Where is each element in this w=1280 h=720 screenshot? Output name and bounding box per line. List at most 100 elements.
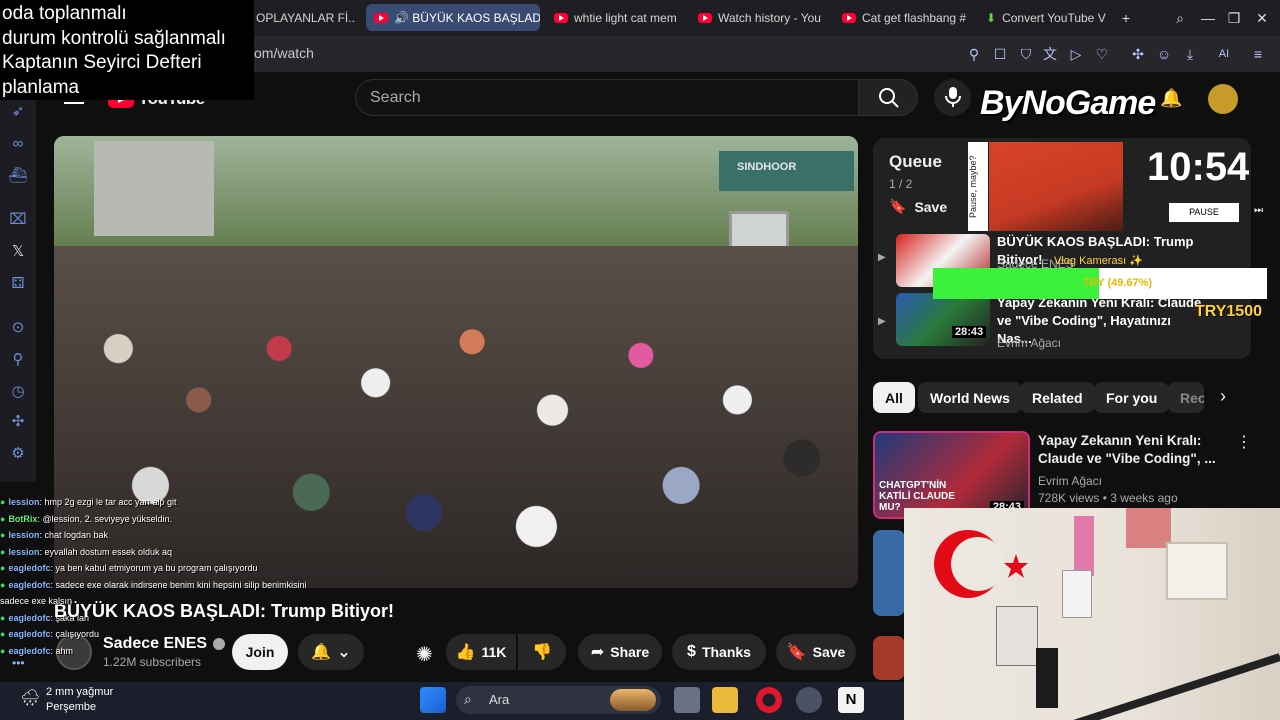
save-button[interactable]: 🔖 Save (776, 634, 856, 670)
recommendation-thumbnail[interactable] (873, 530, 905, 616)
twitch-icon[interactable]: ⌧ (8, 210, 28, 230)
chevron-right-icon[interactable]: › (1220, 386, 1226, 407)
chat-badge-icon: ● (0, 645, 6, 656)
queue-title: Queue (889, 152, 942, 171)
account-avatar[interactable] (1208, 84, 1238, 114)
notifications-icon[interactable]: 🔔 (1160, 88, 1182, 109)
more-options-icon[interactable]: ⋮ (1236, 432, 1252, 452)
x-icon[interactable]: 𝕏 (8, 242, 28, 262)
chat-message: : ahm (50, 645, 73, 656)
search-input[interactable] (370, 89, 844, 107)
download-icon[interactable]: ⤓ (1180, 45, 1200, 63)
clip-icon[interactable]: ✺ (416, 642, 433, 667)
play-circle-icon[interactable]: ⊙ (8, 318, 28, 338)
chat-message: : şaka lan (50, 612, 89, 623)
restore-icon[interactable]: ❐ (1224, 8, 1244, 28)
puzzle-icon[interactable]: ✣ (8, 412, 28, 432)
thanks-button[interactable]: $ Thanks (672, 634, 766, 670)
recommendation-title[interactable]: Yapay Zekanın Yeni Kralı: Claude ve "Vib… (1038, 432, 1238, 468)
microphone-arm (1063, 653, 1280, 720)
chat-line: ● BotRix: @lession, 2. seviyeye yükseldin… (0, 511, 340, 528)
weather-icon[interactable]: 🌧 (20, 688, 40, 708)
voice-search-button[interactable] (934, 79, 971, 116)
poster (1074, 516, 1094, 576)
drag-handle-icon[interactable]: ▶ (878, 316, 886, 327)
chip-world-news[interactable]: World News (918, 382, 1022, 413)
minimize-icon[interactable]: — (1198, 8, 1218, 28)
chat-badge-icon: ● (0, 579, 6, 590)
recommendation-channel: Evrim Ağacı (1038, 474, 1103, 488)
search-tabs-icon[interactable]: ⌕ (1170, 8, 1190, 28)
queue-item-duration: 28:43 (952, 326, 987, 338)
chip-for-you[interactable]: For you (1094, 382, 1170, 413)
chat-message: : eyvallah dostum essek olduk aq (39, 546, 173, 557)
like-button[interactable]: 👍 11K (446, 634, 516, 670)
queue-item-thumbnail[interactable] (896, 293, 990, 346)
chat-nick: lession (8, 497, 40, 507)
save-label: Save (812, 644, 846, 660)
search-button[interactable] (858, 79, 918, 116)
recommendation-views: 728K views • 3 weeks ago (1038, 491, 1178, 505)
close-icon[interactable]: ✕ (1252, 8, 1272, 28)
rocket-icon[interactable]: ➶ (8, 102, 28, 122)
donation-progress-bar: TRY (49.67%) (933, 268, 1267, 299)
tab-2[interactable]: whtie light cat mem (546, 4, 684, 31)
video-building (94, 141, 214, 236)
shield-icon[interactable]: ⛉ (1016, 45, 1036, 63)
poster (1166, 542, 1228, 600)
windows-start-icon[interactable] (420, 687, 446, 713)
pin-icon[interactable]: ⚲ (8, 350, 28, 370)
overlay-artwork (989, 142, 1123, 231)
ai-icon[interactable]: AI (1210, 45, 1238, 63)
chat-badge-icon: ● (0, 612, 6, 623)
tab-label: whtie light cat mem (574, 10, 677, 25)
recommendation-thumbnail[interactable] (873, 636, 905, 680)
glasses-icon[interactable]: ∞ (8, 134, 28, 154)
search-highlight-image (610, 689, 656, 711)
bookmark-icon[interactable]: ☐ (990, 45, 1010, 63)
heart-icon[interactable]: ♡ (1092, 45, 1112, 63)
donation-goal-amount: TRY1500 (1195, 303, 1262, 320)
pin-icon[interactable]: ⚲ (964, 45, 984, 63)
boat-icon[interactable]: ⛴ (8, 166, 28, 186)
chip-related[interactable]: Related (1020, 382, 1095, 413)
dislike-button[interactable]: 👎 (518, 634, 566, 670)
pause-button[interactable]: PAUSE (1169, 203, 1239, 222)
profile-icon[interactable]: ☺ (1154, 45, 1174, 63)
chat-badge-icon: ● (0, 563, 6, 573)
poster (996, 606, 1038, 666)
translate-icon[interactable]: 文 (1040, 45, 1060, 63)
queue-save-button[interactable]: 🔖 Save (889, 198, 947, 215)
tab-5[interactable]: ⬇ Convert YouTube V (978, 4, 1108, 31)
task-view-icon[interactable] (674, 687, 700, 713)
share-button[interactable]: ➦ Share (578, 634, 662, 670)
chip-recently-uploaded[interactable]: Rec (1168, 382, 1204, 413)
url-text[interactable]: om/watch (254, 45, 314, 61)
menu-icon[interactable]: ≡ (1248, 45, 1268, 63)
file-explorer-icon[interactable] (712, 687, 738, 713)
opera-icon[interactable] (756, 687, 782, 713)
tab-3[interactable]: Watch history - You (690, 4, 828, 31)
chip-all[interactable]: All (873, 382, 915, 413)
notion-icon[interactable]: N (838, 687, 864, 713)
history-icon[interactable]: ◷ (8, 382, 28, 402)
app-icon[interactable]: ⚃ (8, 274, 28, 294)
chat-nick: eagledofc (8, 563, 51, 573)
weather-widget[interactable]: 2 mm yağmur Perşembe (46, 685, 113, 715)
tab-active-video[interactable]: 🔊 BÜYÜK KAOS BAŞLAD (366, 4, 540, 31)
play-icon[interactable]: ▷ (1066, 45, 1086, 63)
download-arrow-icon: ⬇ (986, 10, 997, 25)
chat-message: : hmp 2g ezgi le tar acc yarı alp git (39, 497, 177, 507)
recommendation-thumbnail[interactable]: CHATGPT'NİN KATİLİ CLAUDE MU? 28:43 (873, 431, 1030, 519)
chat-line: ● eagledofc: ya ben kabul etmiyorum ya bu… (0, 560, 340, 577)
extensions-icon[interactable]: ✣ (1128, 45, 1148, 63)
skip-icon[interactable]: ⏭ (1254, 205, 1263, 216)
chat-nick: BotRix (8, 513, 38, 524)
new-tab-button[interactable]: + (1116, 8, 1136, 28)
gear-icon[interactable]: ⚙ (8, 444, 28, 464)
obs-icon[interactable] (796, 687, 822, 713)
search-box[interactable] (355, 79, 859, 116)
tab-0[interactable]: OPLAYANLAR Fİ... (248, 4, 356, 31)
weather-day: Perşembe (46, 701, 97, 713)
tab-4[interactable]: Cat get flashbang # (834, 4, 972, 31)
